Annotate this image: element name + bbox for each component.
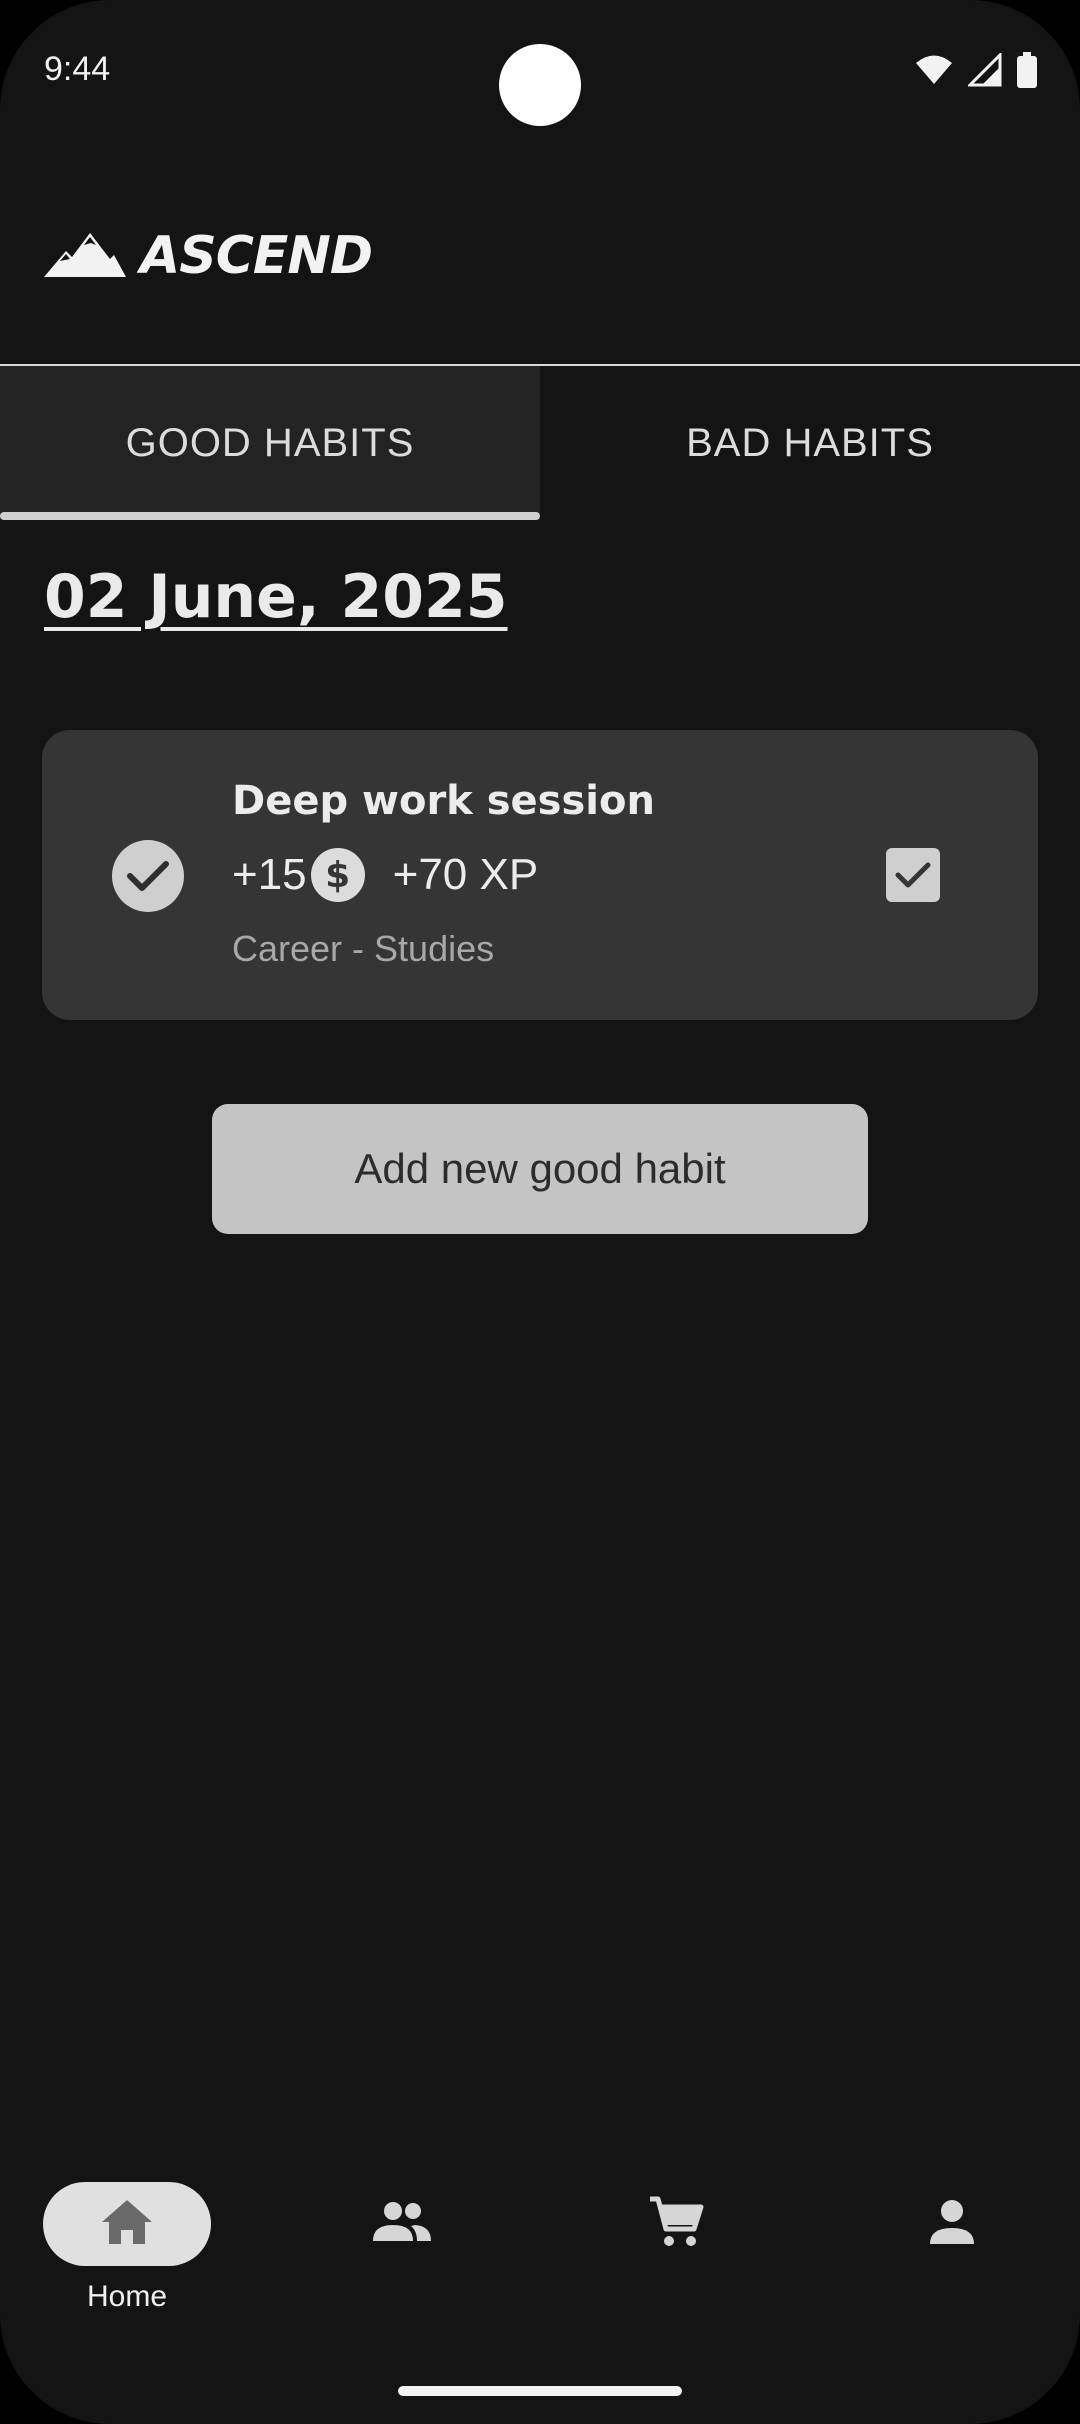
app-name: ASCEND [140,226,373,286]
nav-home-pill[interactable] [43,2182,211,2266]
cart-icon [648,2195,704,2253]
dollar-coin-icon: $ [310,848,365,902]
selected-date[interactable]: 02 June, 2025 [44,562,508,632]
nav-home[interactable]: Home [43,2182,211,2314]
wifi-icon [914,54,954,86]
add-good-habit-button[interactable]: Add new good habit [212,1104,868,1234]
check-circle-icon [112,840,184,912]
bottom-navigation: Home [0,2160,1080,2350]
app-screen: 9:44 ASCEND GOOD HABITS BAD HABITS 02 Ju… [0,0,1080,2424]
status-time: 9:44 [44,50,111,88]
tab-good-habits[interactable]: GOOD HABITS [0,366,540,520]
habit-category: Career - Studies [232,928,495,969]
nav-shop[interactable] [636,2182,716,2266]
habit-rewards: +15 $ +70 XP [232,848,538,902]
nav-home-label: Home [86,2280,168,2313]
app-logo: ASCEND [44,226,373,286]
status-icons [914,52,1038,88]
habit-card[interactable]: Deep work session +15 $ +70 XP Career - … [42,730,1038,1020]
nav-profile[interactable] [912,2182,992,2266]
person-icon [929,2199,975,2249]
habit-checkbox[interactable] [886,848,940,902]
habit-tabs: GOOD HABITS BAD HABITS [0,366,1080,520]
camera-cutout [499,44,581,126]
home-indicator[interactable] [398,2386,682,2396]
coin-reward: +15 [232,850,307,899]
home-icon [100,2198,154,2250]
xp-reward: +70 XP [392,850,539,899]
nav-community[interactable] [362,2182,442,2266]
signal-icon [968,53,1002,87]
battery-icon [1016,52,1038,88]
tab-bad-habits[interactable]: BAD HABITS [540,366,1080,520]
people-icon [371,2201,433,2247]
mountain-icon [44,231,126,281]
habit-title: Deep work session [232,778,655,824]
